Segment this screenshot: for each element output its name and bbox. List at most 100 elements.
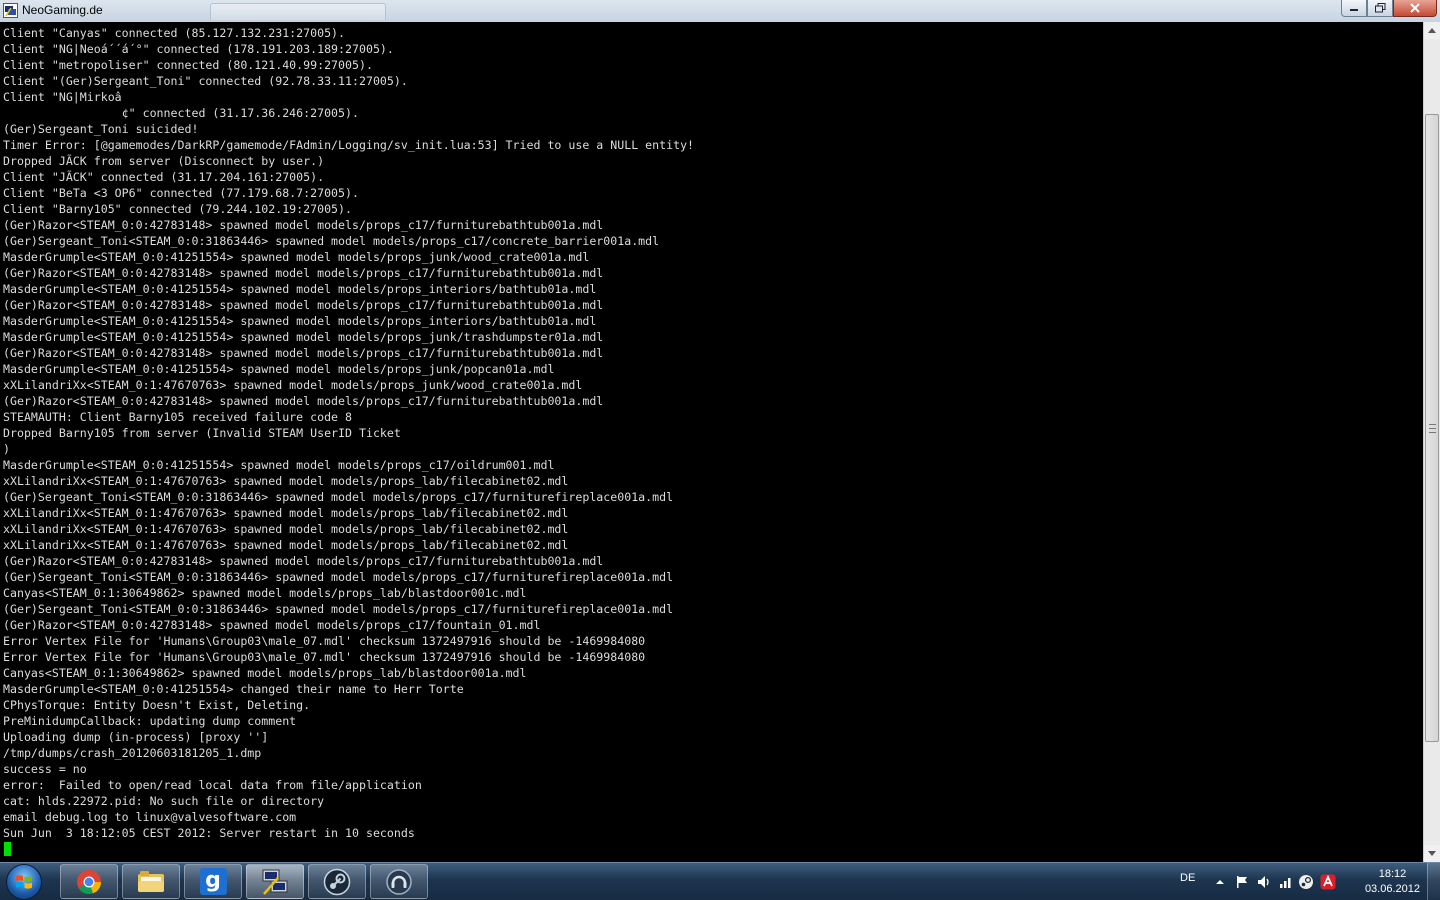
console-line: MasderGrumple<STEAM_0:0:41251554> spawne… — [3, 282, 597, 296]
arrow-down-icon — [1428, 851, 1436, 856]
console-line: /tmp/dumps/crash_20120603181205_1.dmp — [3, 746, 262, 760]
scroll-down-button[interactable] — [1424, 845, 1440, 862]
console-line: Client "Barny105" connected (79.244.102.… — [3, 202, 353, 216]
console-line: MasderGrumple<STEAM_0:0:41251554> spawne… — [3, 330, 604, 344]
system-tray: DE 18:12 03.06.2012 — [1180, 863, 1440, 900]
chrome-icon — [77, 869, 101, 894]
scroll-up-button[interactable] — [1424, 22, 1440, 39]
putty-app-icon[interactable] — [3, 3, 18, 18]
console-line: (Ger)Sergeant_Toni suicided! — [3, 122, 199, 136]
console-line: (Ger)Sergeant_Toni<STEAM_0:0:31863446> s… — [3, 570, 674, 584]
console-line: STEAMAUTH: Client Barny105 received fail… — [3, 410, 353, 424]
background-window-tab — [210, 3, 386, 20]
windows-logo-icon — [16, 875, 32, 889]
console-line: Client "BeTa <3 OP6" connected (77.179.6… — [3, 186, 359, 200]
console-line: Client "NG|Neoá´´á´°" connected (178.191… — [3, 42, 394, 56]
console-line: Canyas<STEAM_0:1:30649862> spawned model… — [3, 586, 527, 600]
taskbar-teamspeak-button[interactable] — [370, 864, 428, 899]
console-line: xXLilandriXx<STEAM_0:1:47670763> spawned… — [3, 506, 569, 520]
console-line: MasderGrumple<STEAM_0:0:41251554> change… — [3, 682, 464, 696]
close-button[interactable] — [1393, 0, 1437, 17]
taskbar-steam-button[interactable] — [308, 864, 366, 899]
arrow-up-icon[interactable] — [1212, 874, 1228, 890]
folder-icon — [138, 870, 164, 892]
clock[interactable]: 18:12 03.06.2012 — [1365, 867, 1420, 897]
flag-icon[interactable] — [1234, 874, 1250, 890]
volume-icon[interactable] — [1256, 874, 1272, 890]
console-line: xXLilandriXx<STEAM_0:1:47670763> spawned… — [3, 538, 569, 552]
console-line: Uploading dump (in-process) [proxy ''] — [3, 730, 269, 744]
grip-icon — [1429, 423, 1436, 433]
steam-tray-icon[interactable] — [1298, 874, 1314, 890]
console-line: xXLilandriXx<STEAM_0:1:47670763> spawned… — [3, 474, 569, 488]
clock-date: 03.06.2012 — [1364, 883, 1420, 895]
steam-icon — [323, 868, 351, 895]
show-desktop-button[interactable] — [1427, 863, 1440, 900]
teamspeak-icon — [386, 868, 412, 895]
console-line: Timer Error: [@gamemodes/DarkRP/gamemode… — [3, 138, 695, 152]
console-line: (Ger)Razor<STEAM_0:0:42783148> spawned m… — [3, 618, 541, 632]
console-line: xXLilandriXx<STEAM_0:1:47670763> spawned… — [3, 378, 583, 392]
console-line: Client "Canyas" connected (85.127.132.23… — [3, 26, 346, 40]
console-line: MasderGrumple<STEAM_0:0:41251554> spawne… — [3, 458, 555, 472]
start-button[interactable] — [6, 864, 42, 900]
restore-icon — [1374, 3, 1385, 13]
console-line: (Ger)Razor<STEAM_0:0:42783148> spawned m… — [3, 394, 604, 408]
minimize-icon — [1350, 9, 1358, 11]
console-line: Sun Jun 3 18:12:05 CEST 2012: Server res… — [3, 826, 415, 840]
gmod-icon: g — [199, 868, 227, 895]
gmod-icon-letter: g — [205, 868, 221, 893]
console-line: (Ger)Sergeant_Toni<STEAM_0:0:31863446> s… — [3, 234, 660, 248]
console-line: (Ger)Razor<STEAM_0:0:42783148> spawned m… — [3, 218, 604, 232]
console-log: Client "Canyas" connected (85.127.132.23… — [3, 25, 694, 841]
console-line: MasderGrumple<STEAM_0:0:41251554> spawne… — [3, 362, 555, 376]
console-line: (Ger)Razor<STEAM_0:0:42783148> spawned m… — [3, 298, 604, 312]
console-line: (Ger)Sergeant_Toni<STEAM_0:0:31863446> s… — [3, 490, 674, 504]
putty-icon — [262, 869, 288, 895]
window-controls — [1341, 0, 1437, 18]
vertical-scrollbar[interactable] — [1423, 22, 1440, 862]
console-line: (Ger)Razor<STEAM_0:0:42783148> spawned m… — [3, 346, 604, 360]
clock-time: 18:12 — [1378, 868, 1407, 880]
arrow-up-icon — [1428, 28, 1436, 33]
console-line: (Ger)Razor<STEAM_0:0:42783148> spawned m… — [3, 266, 604, 280]
console-line: error: Failed to open/read local data fr… — [3, 778, 422, 792]
console-line: ¢" connected (31.17.36.246:27005). — [3, 106, 359, 120]
antivirus-icon[interactable] — [1320, 874, 1336, 890]
console-line: Client "JÃCK" connected (31.17.204.161:2… — [3, 170, 325, 184]
minimize-button[interactable] — [1341, 0, 1367, 17]
console-line: (Ger)Razor<STEAM_0:0:42783148> spawned m… — [3, 554, 604, 568]
close-icon — [1410, 3, 1420, 13]
taskbar: g DE 18:12 03.06.2012 — [0, 862, 1440, 900]
console-line: Canyas<STEAM_0:1:30649862> spawned model… — [3, 666, 527, 680]
terminal-cursor — [4, 842, 11, 856]
title-bar: NeoGaming.de — [0, 0, 1440, 23]
window-title: NeoGaming.de — [22, 3, 103, 17]
scrollbar-thumb[interactable] — [1425, 113, 1439, 742]
taskbar-explorer-button[interactable] — [122, 864, 180, 899]
console-line: MasderGrumple<STEAM_0:0:41251554> spawne… — [3, 250, 590, 264]
console-line: ) — [3, 442, 10, 456]
console-line: (Ger)Sergeant_Toni<STEAM_0:0:31863446> s… — [3, 602, 674, 616]
console-line: Client "metropoliser" connected (80.121.… — [3, 58, 373, 72]
console-line: xXLilandriXx<STEAM_0:1:47670763> spawned… — [3, 522, 569, 536]
maximize-button[interactable] — [1367, 0, 1393, 17]
console-line: cat: hlds.22972.pid: No such file or dir… — [3, 794, 325, 808]
console-line: Client "NG|Mirkoâ — [3, 90, 122, 104]
taskbar-chrome-button[interactable] — [60, 864, 118, 899]
taskbar-putty-button[interactable] — [246, 864, 304, 899]
console-line: Error Vertex File for 'Humans\Group03\ma… — [3, 650, 646, 664]
console-line: PreMinidumpCallback: updating dump comme… — [3, 714, 297, 728]
console-line: email debug.log to linux@valvesoftware.c… — [3, 810, 297, 824]
console-line: Dropped Barny105 from server (Invalid ST… — [3, 426, 401, 440]
console-line: Error Vertex File for 'Humans\Group03\ma… — [3, 634, 646, 648]
terminal-console[interactable]: Client "Canyas" connected (85.127.132.23… — [0, 22, 1423, 862]
console-line: MasderGrumple<STEAM_0:0:41251554> spawne… — [3, 314, 597, 328]
console-line: success = no — [3, 762, 87, 776]
console-line: Dropped JÃCK from server (Disconnect by … — [3, 154, 325, 168]
network-icon[interactable] — [1278, 874, 1294, 890]
taskbar-gmod-button[interactable]: g — [184, 864, 242, 899]
language-indicator[interactable]: DE — [1180, 872, 1195, 884]
console-line: CPhysTorque: Entity Doesn't Exist, Delet… — [3, 698, 311, 712]
console-line: Client "(Ger)Sergeant_Toni" connected (9… — [3, 74, 408, 88]
